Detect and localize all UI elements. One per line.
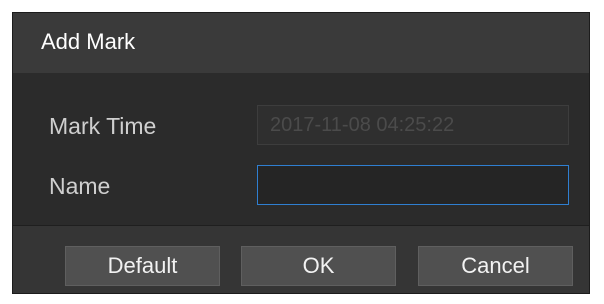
cancel-button[interactable]: Cancel [418, 246, 573, 286]
dialog-title: Add Mark [41, 29, 136, 54]
add-mark-dialog: Add Mark Mark Time 2017-11-08 04:25:22 N… [12, 12, 590, 294]
dialog-title-bar: Add Mark [13, 13, 589, 73]
name-label: Name [49, 173, 111, 199]
mark-time-label: Mark Time [49, 113, 157, 139]
name-input[interactable] [257, 165, 569, 205]
mark-time-field: 2017-11-08 04:25:22 [257, 105, 569, 145]
dialog-footer: Default OK Cancel [13, 226, 589, 293]
default-button[interactable]: Default [65, 246, 220, 286]
ok-button[interactable]: OK [241, 246, 396, 286]
